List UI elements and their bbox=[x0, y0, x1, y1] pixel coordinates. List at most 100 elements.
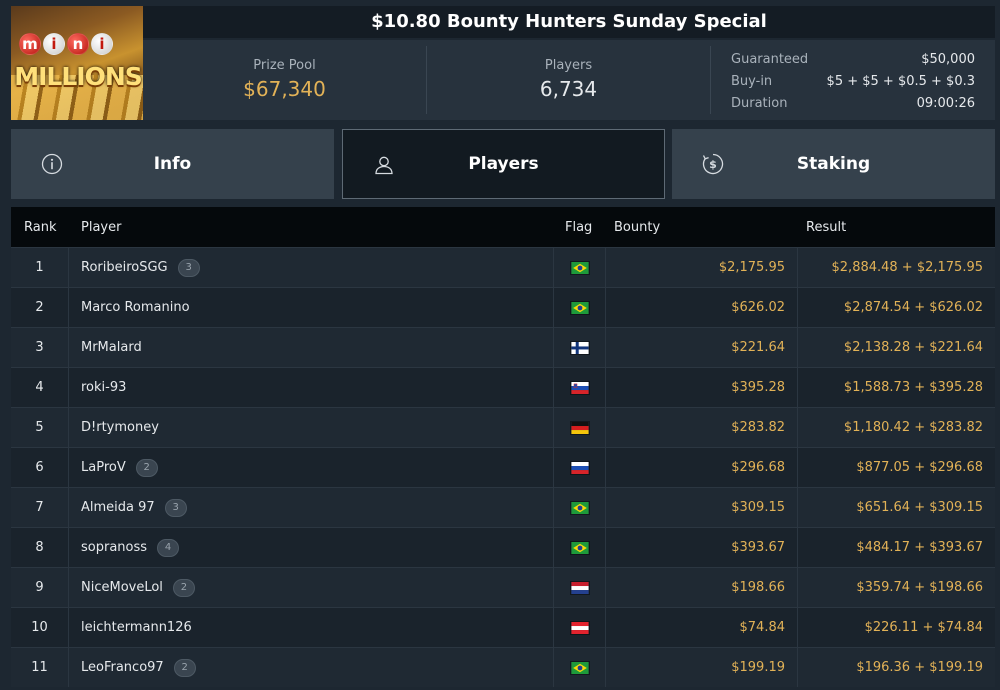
brazil-flag-icon bbox=[569, 300, 590, 315]
player-cell: Almeida 97 3 bbox=[69, 488, 553, 527]
bounty-cell: $393.67 bbox=[606, 528, 798, 567]
player-name[interactable]: NiceMoveLol bbox=[81, 580, 163, 595]
bounty-cell: $395.28 bbox=[606, 368, 798, 407]
player-cell: LeoFranco97 2 bbox=[69, 648, 553, 687]
players-label: Players bbox=[544, 58, 593, 73]
flag-cell bbox=[553, 368, 606, 407]
player-name[interactable]: roki-93 bbox=[81, 380, 126, 395]
logo-letter: n bbox=[67, 33, 89, 55]
brazil-flag-icon bbox=[569, 540, 590, 555]
staking-icon: $ bbox=[702, 153, 724, 175]
column-header-result[interactable]: Result bbox=[798, 207, 995, 247]
entries-badge: 3 bbox=[164, 498, 187, 517]
bounty-cell: $198.66 bbox=[606, 568, 798, 607]
flag-cell bbox=[553, 608, 606, 647]
entries-badge: 4 bbox=[157, 538, 180, 557]
netherlands-flag-icon bbox=[569, 580, 590, 595]
player-name[interactable]: LeoFranco97 bbox=[81, 660, 164, 675]
logo-millions-word: MILLIONS bbox=[14, 62, 143, 91]
result-cell: $196.36 + $199.19 bbox=[856, 660, 983, 675]
tab-label: Staking bbox=[796, 154, 871, 174]
column-header-flag[interactable]: Flag bbox=[553, 207, 606, 247]
table-row[interactable]: 1 RoribeiroSGG 3 $2,175.95 $2,884.48 + $2,17… bbox=[11, 247, 995, 287]
tab-label: Info bbox=[153, 154, 192, 174]
player-name[interactable]: Marco Romanino bbox=[81, 300, 190, 315]
player-name[interactable]: Almeida 97 bbox=[81, 500, 155, 515]
rank-cell: 10 bbox=[11, 608, 69, 647]
player-cell: LaProV 2 bbox=[69, 448, 553, 487]
brazil-flag-icon bbox=[569, 500, 590, 515]
detail-value: 09:00:26 bbox=[916, 96, 975, 111]
table-row[interactable]: 10 leichtermann126 $74.84 $226.11 + $74.84 bbox=[11, 607, 995, 647]
table-row[interactable]: 5 D!rtymoney $283.82 $1,180.42 + $283.82 bbox=[11, 407, 995, 447]
table-row[interactable]: 11 LeoFranco97 2 $199.19 $196.36 + $199.19 bbox=[11, 647, 995, 687]
column-header-rank[interactable]: Rank bbox=[11, 207, 69, 247]
brazil-flag-icon bbox=[569, 660, 590, 675]
tournament-title: $10.80 Bounty Hunters Sunday Special bbox=[143, 6, 995, 38]
entries-badge: 2 bbox=[172, 578, 195, 597]
table-row[interactable]: 8 sopranoss 4 $393.67 $484.17 + $393.67 bbox=[11, 527, 995, 567]
tab-info[interactable]: Info bbox=[11, 129, 334, 199]
player-cell: sopranoss 4 bbox=[69, 528, 553, 567]
player-cell: Marco Romanino bbox=[69, 288, 553, 327]
detail-label: Buy-in bbox=[731, 74, 773, 89]
detail-value: $5 + $5 + $0.5 + $0.3 bbox=[826, 74, 975, 89]
player-name[interactable]: RoribeiroSGG bbox=[81, 260, 168, 275]
flag-cell bbox=[553, 528, 606, 567]
rank-cell: 6 bbox=[11, 448, 69, 487]
rank-cell: 1 bbox=[11, 248, 69, 287]
finland-flag-icon bbox=[569, 340, 590, 355]
logo-mini-letters: m i n i bbox=[19, 33, 113, 55]
flag-cell bbox=[553, 448, 606, 487]
bounty-cell: $74.84 bbox=[606, 608, 798, 647]
detail-duration: Duration 09:00:26 bbox=[731, 93, 975, 115]
players-table: Rank Player Flag Bounty Result 1 Roribeir… bbox=[11, 207, 995, 687]
flag-cell bbox=[553, 408, 606, 447]
logo-letter: i bbox=[43, 33, 65, 55]
player-cell: leichtermann126 bbox=[69, 608, 553, 647]
logo-letter: m bbox=[19, 33, 41, 55]
entries-badge: 2 bbox=[173, 658, 196, 677]
player-name[interactable]: MrMalard bbox=[81, 340, 142, 355]
result-cell: $877.05 + $296.68 bbox=[856, 460, 983, 475]
table-header: Rank Player Flag Bounty Result bbox=[11, 207, 995, 247]
player-name[interactable]: leichtermann126 bbox=[81, 620, 192, 635]
rank-cell: 5 bbox=[11, 408, 69, 447]
result-cell: $484.17 + $393.67 bbox=[856, 540, 983, 555]
prize-pool-stat: Prize Pool $67,340 bbox=[143, 46, 427, 114]
bounty-cell: $2,175.95 bbox=[606, 248, 798, 287]
player-name[interactable]: sopranoss bbox=[81, 540, 147, 555]
info-icon bbox=[41, 153, 63, 175]
rank-cell: 3 bbox=[11, 328, 69, 367]
player-name[interactable]: LaProV bbox=[81, 460, 126, 475]
svg-text:$: $ bbox=[709, 158, 717, 171]
detail-value: $50,000 bbox=[921, 52, 975, 67]
table-row[interactable]: 3 MrMalard $221.64 $2,138.28 + $221.64 bbox=[11, 327, 995, 367]
rank-cell: 8 bbox=[11, 528, 69, 567]
slovenia-flag-icon bbox=[569, 380, 590, 395]
table-row[interactable]: 7 Almeida 97 3 $309.15 $651.64 + $309.15 bbox=[11, 487, 995, 527]
table-row[interactable]: 4 roki-93 $395.28 $1,588.73 + $395.28 bbox=[11, 367, 995, 407]
players-stat: Players 6,734 bbox=[427, 46, 711, 114]
bounty-cell: $626.02 bbox=[606, 288, 798, 327]
tab-players[interactable]: Players bbox=[342, 129, 665, 199]
player-cell: D!rtymoney bbox=[69, 408, 553, 447]
user-icon bbox=[373, 154, 395, 176]
flag-cell bbox=[553, 248, 606, 287]
table-row[interactable]: 9 NiceMoveLol 2 $198.66 $359.74 + $198.66 bbox=[11, 567, 995, 607]
tab-staking[interactable]: $ Staking bbox=[672, 129, 995, 199]
result-cell: $359.74 + $198.66 bbox=[856, 580, 983, 595]
table-row[interactable]: 2 Marco Romanino $626.02 $2,874.54 + $626.0… bbox=[11, 287, 995, 327]
player-name[interactable]: D!rtymoney bbox=[81, 420, 159, 435]
column-header-bounty[interactable]: Bounty bbox=[606, 207, 798, 247]
result-cell: $2,138.28 + $221.64 bbox=[843, 340, 983, 355]
player-cell: RoribeiroSGG 3 bbox=[69, 248, 553, 287]
prize-pool-value: $67,340 bbox=[243, 77, 326, 101]
bounty-cell: $283.82 bbox=[606, 408, 798, 447]
table-row[interactable]: 6 LaProV 2 $296.68 $877.05 + $296.68 bbox=[11, 447, 995, 487]
result-cell: $2,884.48 + $2,175.95 bbox=[831, 260, 983, 275]
flag-cell bbox=[553, 488, 606, 527]
column-header-player[interactable]: Player bbox=[69, 207, 553, 247]
tournament-stats: Prize Pool $67,340 Players 6,734 Guarant… bbox=[143, 40, 995, 120]
mini-millions-logo: m i n i MILLIONS bbox=[11, 6, 143, 120]
